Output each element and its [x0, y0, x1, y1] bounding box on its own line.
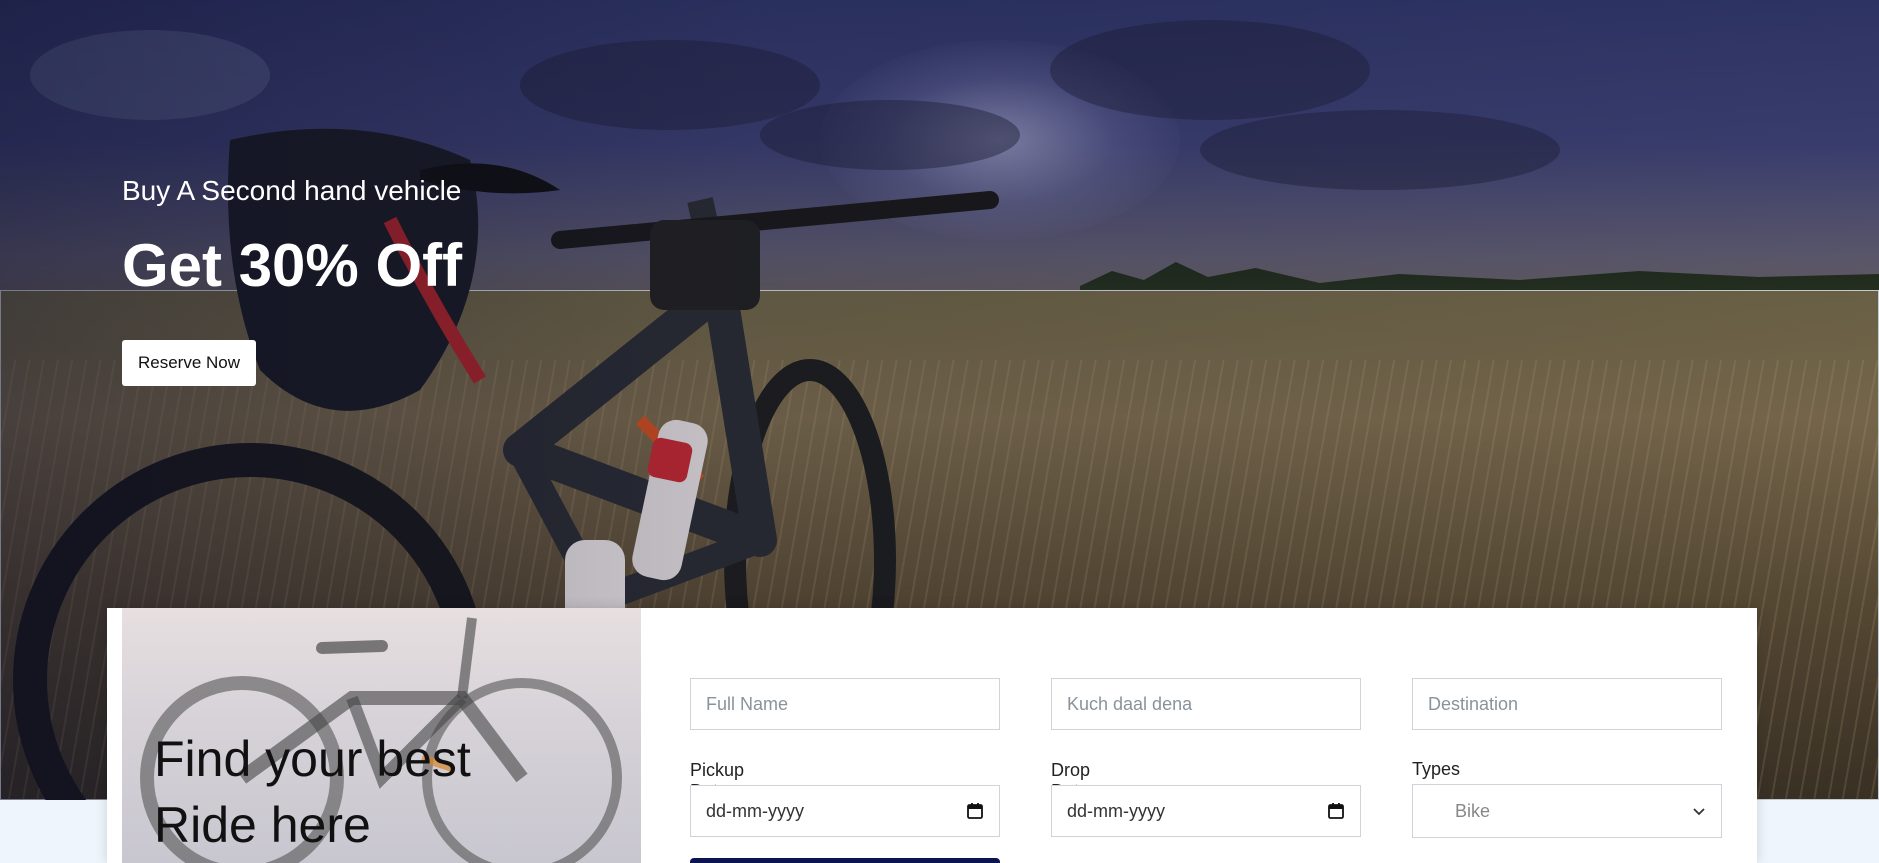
- pickup-date-value: dd-mm-yyyy: [706, 800, 804, 821]
- calendar-icon[interactable]: [966, 802, 984, 820]
- calendar-icon[interactable]: [1327, 802, 1345, 820]
- types-label: Types: [1412, 759, 1461, 779]
- hero-content: Buy A Second hand vehicle Get 30% Off Re…: [122, 175, 462, 386]
- name-input-secondary[interactable]: [1051, 678, 1361, 730]
- types-selected-value: Bike: [1455, 800, 1491, 821]
- submit-button[interactable]: [690, 858, 1000, 863]
- chevron-down-icon: [1693, 808, 1705, 816]
- drop-date-value: dd-mm-yyyy: [1067, 800, 1165, 821]
- hero-title: Get 30% Off: [122, 232, 463, 299]
- drop-date-input[interactable]: dd-mm-yyyy: [1051, 785, 1361, 837]
- promo-title-line1: Find your best: [154, 731, 471, 787]
- promo-panel: Find your best Ride here: [122, 608, 641, 863]
- pickup-date-input[interactable]: dd-mm-yyyy: [690, 785, 1000, 837]
- reserve-now-button[interactable]: Reserve Now: [122, 340, 257, 386]
- destination-input[interactable]: [1412, 678, 1722, 730]
- hero-subtitle: Buy A Second hand vehicle: [122, 175, 462, 206]
- promo-title: Find your best Ride here: [154, 726, 471, 858]
- promo-title-line2: Ride here: [154, 797, 371, 853]
- full-name-input[interactable]: [690, 678, 1000, 730]
- booking-card: Find your best Ride here Pickup Date Dro…: [107, 608, 1757, 863]
- types-select[interactable]: Bike: [1412, 784, 1722, 838]
